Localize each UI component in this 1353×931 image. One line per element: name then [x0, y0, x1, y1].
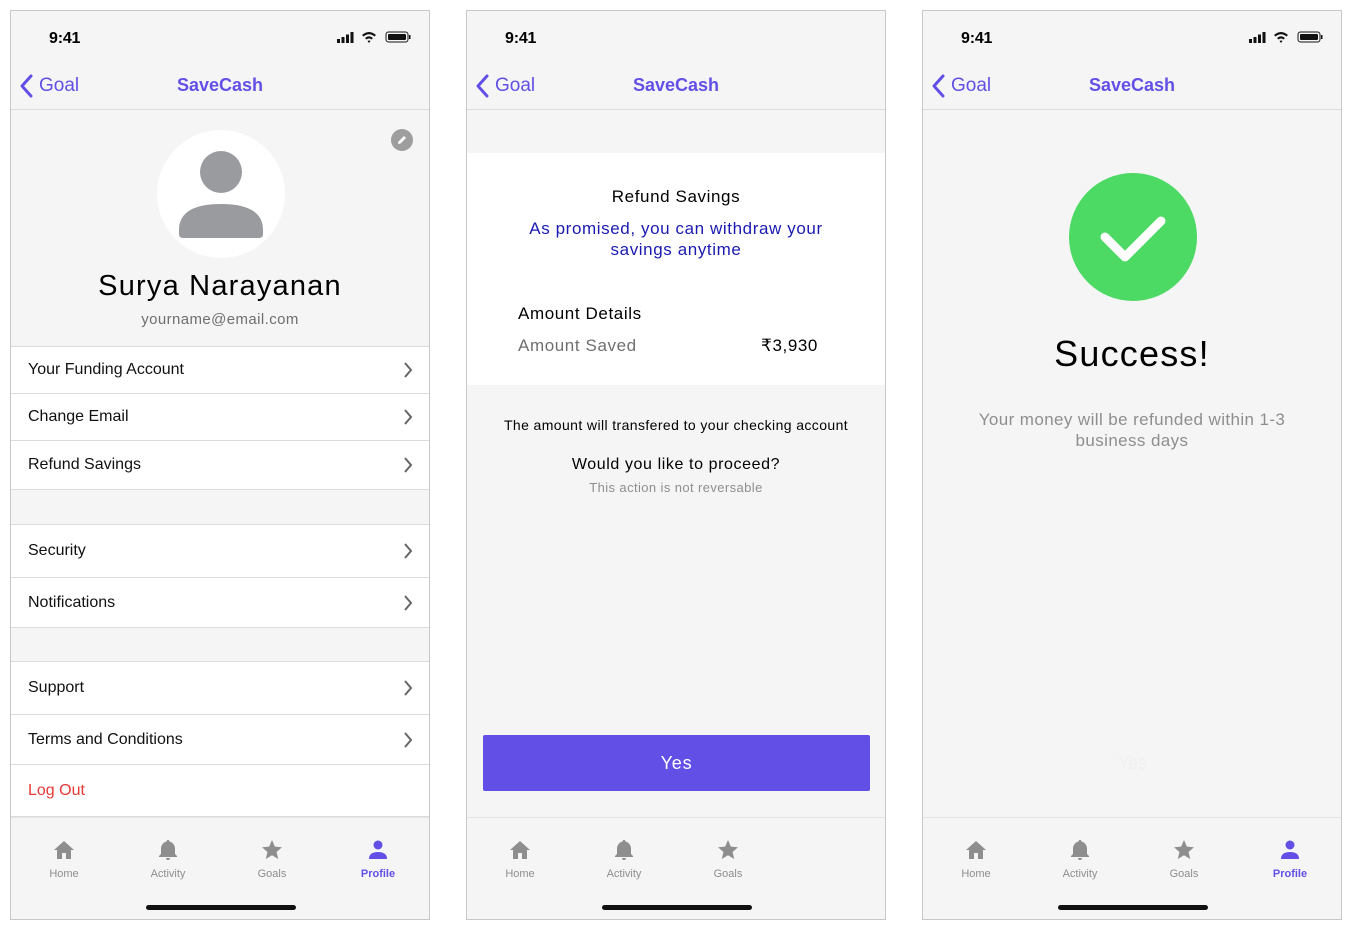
menu-item-funding-account[interactable]: Your Funding Account	[11, 347, 429, 394]
checkmark-icon	[1100, 216, 1166, 262]
proceed-question: Would you like to proceed?	[571, 456, 781, 473]
amount-saved-label: Amount Saved	[518, 336, 637, 355]
chevron-right-icon	[404, 731, 413, 748]
navigation-bar: Goal SaveCash	[923, 65, 1341, 110]
tab-label: Profile	[1272, 868, 1308, 880]
tab-label: Activity	[1062, 868, 1098, 880]
menu-item-label: Change Email	[28, 408, 129, 425]
refund-details-card: Refund Savings As promised, you can with…	[467, 153, 885, 385]
chevron-right-icon	[404, 362, 413, 378]
tab-activity[interactable]: Activity	[584, 838, 664, 880]
navigation-bar: Goal SaveCash	[467, 65, 885, 110]
menu-item-notifications[interactable]: Notifications	[11, 578, 429, 627]
tab-label: Goals	[713, 868, 743, 880]
home-indicator	[602, 905, 752, 910]
menu-item-change-email[interactable]: Change Email	[11, 394, 429, 441]
menu-item-label: Support	[28, 679, 85, 696]
profile-header: Surya Narayanan yourname@email.com	[11, 110, 429, 346]
status-icons	[337, 31, 411, 43]
account-menu-group: Your Funding Account Change Email Refund…	[11, 346, 429, 490]
menu-item-label: Refund Savings	[28, 456, 141, 473]
chevron-right-icon	[404, 409, 413, 425]
menu-item-refund-savings[interactable]: Refund Savings	[11, 441, 429, 489]
avatar[interactable]	[157, 130, 285, 258]
home-indicator	[1058, 905, 1208, 910]
chevron-right-icon	[404, 594, 413, 611]
tab-label: Home	[961, 868, 991, 880]
settings-menu-group: Security Notifications	[11, 524, 429, 628]
profile-email: yourname@email.com	[141, 311, 299, 328]
star-icon	[1174, 840, 1194, 859]
tab-home[interactable]: Home	[480, 838, 560, 880]
tab-home[interactable]: Home	[936, 838, 1016, 880]
status-icons	[1249, 31, 1323, 43]
success-message: Your money will be refunded within 1-3 b…	[978, 410, 1286, 450]
tab-label: Activity	[606, 868, 642, 880]
logout-label: Log Out	[28, 781, 85, 799]
menu-item-label: Terms and Conditions	[28, 730, 183, 748]
transfer-note: The amount will transfered to your check…	[503, 417, 849, 433]
star-icon	[718, 840, 738, 859]
tab-goals[interactable]: Goals	[688, 838, 768, 880]
faded-yes-label: Yes	[1117, 752, 1148, 773]
success-screen: 9:41 Goal SaveCash Success! Your money w…	[922, 10, 1342, 920]
refund-title: Refund Savings	[611, 187, 741, 206]
home-icon	[966, 841, 986, 859]
status-time: 9:41	[49, 30, 81, 47]
success-title: Success!	[1054, 333, 1210, 374]
app-title: SaveCash	[1088, 75, 1176, 95]
yes-button[interactable]: Yes	[483, 735, 870, 791]
menu-item-security[interactable]: Security	[11, 525, 429, 578]
home-indicator	[146, 905, 296, 910]
bell-icon	[1071, 840, 1089, 860]
tab-label: Goals	[1169, 868, 1199, 880]
success-check-icon	[1069, 173, 1197, 301]
logout-button[interactable]: Log Out	[11, 765, 429, 816]
app-title: SaveCash	[176, 75, 264, 95]
tab-activity[interactable]: Activity	[128, 838, 208, 880]
tab-activity[interactable]: Activity	[1040, 838, 1120, 880]
tab-label: Profile	[360, 868, 396, 880]
refund-subtitle: As promised, you can withdraw your savin…	[529, 219, 823, 259]
tab-label: Goals	[257, 868, 287, 880]
menu-item-terms[interactable]: Terms and Conditions	[11, 715, 429, 765]
profile-screen: 9:41 Goal SaveCash Surya Narayanan yourn…	[10, 10, 430, 920]
amount-details-heading: Amount Details	[518, 304, 642, 323]
home-icon	[54, 841, 74, 859]
support-menu-group: Support Terms and Conditions Log Out	[11, 661, 429, 817]
status-time: 9:41	[961, 30, 993, 47]
profile-name: Surya Narayanan	[98, 270, 342, 302]
menu-item-label: Security	[28, 542, 86, 559]
refund-screen: 9:41 Goal SaveCash Refund Savings As pro…	[466, 10, 886, 920]
menu-item-label: Your Funding Account	[28, 361, 184, 378]
pencil-icon	[398, 136, 406, 144]
chevron-right-icon	[404, 543, 413, 559]
tab-goals[interactable]: Goals	[1144, 838, 1224, 880]
home-icon	[510, 841, 530, 859]
edit-profile-button[interactable]	[391, 129, 413, 151]
tab-profile[interactable]: Profile	[338, 838, 418, 880]
bell-icon	[159, 840, 177, 860]
menu-item-support[interactable]: Support	[11, 662, 429, 715]
chevron-right-icon	[404, 680, 413, 696]
chevron-right-icon	[404, 457, 413, 473]
person-placeholder-icon	[179, 151, 263, 238]
status-time: 9:41	[505, 30, 537, 47]
amount-saved-value: ₹3,930	[761, 336, 818, 355]
tab-label: Activity	[150, 868, 186, 880]
tab-home[interactable]: Home	[24, 838, 104, 880]
irreversible-note: This action is not reversable	[589, 480, 763, 495]
person-icon	[369, 840, 387, 859]
tab-profile[interactable]: Profile	[1250, 838, 1330, 880]
tab-goals[interactable]: Goals	[232, 838, 312, 880]
star-icon	[262, 840, 282, 859]
person-icon	[1281, 840, 1299, 859]
bell-icon	[615, 840, 633, 860]
menu-item-label: Notifications	[28, 593, 116, 611]
navigation-bar: Goal SaveCash	[11, 65, 429, 110]
tab-label: Home	[49, 868, 79, 880]
tab-label: Home	[505, 868, 535, 880]
app-title: SaveCash	[632, 75, 720, 95]
